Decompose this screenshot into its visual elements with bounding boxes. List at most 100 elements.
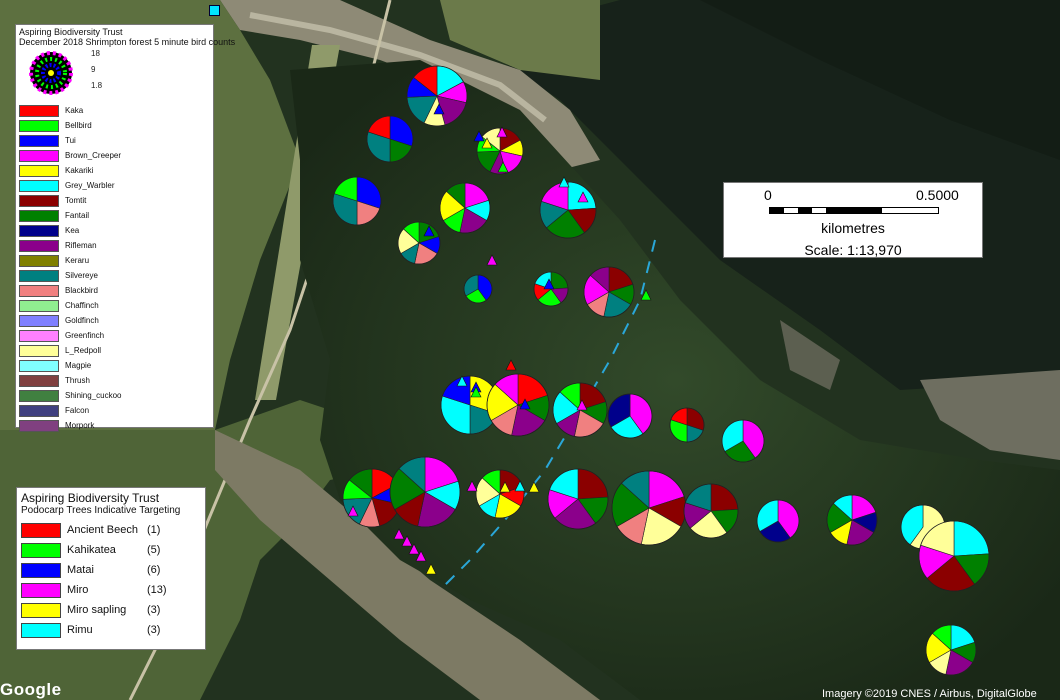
bird-count-pie[interactable]: [721, 419, 765, 463]
species-legend-item: Kakariki: [19, 163, 210, 178]
species-swatch: [19, 194, 59, 207]
bird-count-pie[interactable]: [607, 393, 653, 439]
species-swatch: [19, 179, 59, 192]
bird-count-pie[interactable]: [918, 520, 990, 592]
species-swatch: [19, 374, 59, 387]
bird-count-pie[interactable]: [547, 468, 609, 530]
bird-count-pie[interactable]: [611, 470, 687, 546]
tree-swatch: [21, 602, 61, 618]
bird-count-pie[interactable]: [463, 274, 493, 304]
species-legend-item: Shining_cuckoo: [19, 388, 210, 403]
species-legend-item: Rifleman: [19, 238, 210, 253]
species-label: Kea: [65, 226, 80, 235]
size-scale-min: 1.8: [91, 81, 103, 90]
species-label: L_Redpoll: [65, 346, 102, 355]
species-swatch: [19, 164, 59, 177]
tree-legend-subtitle: Podocarp Trees Indicative Targeting: [21, 505, 181, 516]
tree-legend-item: Miro (13): [21, 580, 201, 600]
species-legend-item: Kea: [19, 223, 210, 238]
species-swatch: [19, 224, 59, 237]
species-label: Chaffinch: [65, 301, 99, 310]
tree-count: (1): [147, 524, 161, 536]
bird-count-pie[interactable]: [397, 221, 441, 265]
species-legend-item: Goldfinch: [19, 313, 210, 328]
species-label: Goldfinch: [65, 316, 99, 325]
species-label: Silvereye: [65, 271, 98, 280]
species-legend-item: Bellbird: [19, 118, 210, 133]
scale-ratio: Scale: 1:13,970: [804, 242, 902, 258]
scale-bar: 0 0.5000 kilometres Scale: 1:13,970: [723, 182, 983, 258]
species-list: Kaka Bellbird Tui Brown_Creeper Kakariki Grey…: [19, 103, 210, 433]
species-legend-title: Aspiring Biodiversity Trust: [19, 27, 123, 37]
species-swatch: [19, 299, 59, 312]
species-legend-item: Greenfinch: [19, 328, 210, 343]
species-label: Kakariki: [65, 166, 94, 175]
species-legend-item: Thrush: [19, 373, 210, 388]
species-label: Blackbird: [65, 286, 98, 295]
species-swatch: [19, 134, 59, 147]
scale-end: 0.5000: [916, 187, 959, 203]
bird-count-pie[interactable]: [683, 483, 739, 539]
size-scale-pie-icon: [29, 51, 73, 95]
species-swatch: [19, 359, 59, 372]
species-swatch: [19, 284, 59, 297]
species-legend-item: Magpie: [19, 358, 210, 373]
species-swatch: [19, 119, 59, 132]
tree-label: Miro sapling: [67, 604, 127, 616]
species-label: Grey_Warbler: [65, 181, 115, 190]
species-label: Bellbird: [65, 121, 92, 130]
tree-swatch: [21, 622, 61, 638]
bird-count-pie[interactable]: [756, 499, 800, 543]
species-swatch: [19, 344, 59, 357]
tree-count: (13): [147, 584, 167, 596]
species-label: Tomtit: [65, 196, 87, 205]
bird-count-pie[interactable]: [826, 494, 878, 546]
bird-count-pie[interactable]: [439, 182, 491, 234]
species-legend-item: Blackbird: [19, 283, 210, 298]
bird-count-pie[interactable]: [389, 456, 461, 528]
species-legend-item: Silvereye: [19, 268, 210, 283]
tree-label: Matai: [67, 564, 94, 576]
species-legend-item: Keraru: [19, 253, 210, 268]
bird-count-pie[interactable]: [583, 266, 635, 318]
tree-legend-title: Aspiring Biodiversity Trust: [21, 491, 160, 505]
tree-legend-item: Ancient Beech (1): [21, 520, 201, 540]
species-swatch: [19, 104, 59, 117]
tree-count: (6): [147, 564, 161, 576]
imagery-attribution: Imagery ©2019 CNES / Airbus, DigitalGlob…: [822, 688, 1037, 700]
tree-swatch: [21, 522, 61, 538]
species-legend-item: Brown_Creeper: [19, 148, 210, 163]
bird-count-pie[interactable]: [669, 407, 705, 443]
species-label: Keraru: [65, 256, 90, 265]
species-label: Rifleman: [65, 241, 97, 250]
species-label: Morpork: [65, 421, 95, 430]
species-swatch: [19, 209, 59, 222]
species-label: Greenfinch: [65, 331, 105, 340]
bird-count-pie[interactable]: [925, 624, 977, 676]
species-legend-item: Falcon: [19, 403, 210, 418]
tree-count: (5): [147, 544, 161, 556]
species-label: Shining_cuckoo: [65, 391, 122, 400]
species-legend: Aspiring Biodiversity Trust December 201…: [15, 24, 235, 432]
species-label: Magpie: [65, 361, 92, 370]
species-label: Kaka: [65, 106, 84, 115]
tree-legend-item: Matai (6): [21, 560, 201, 580]
species-swatch: [19, 329, 59, 342]
bird-count-pie[interactable]: [539, 181, 597, 239]
species-swatch: [19, 389, 59, 402]
bird-count-pie[interactable]: [406, 65, 468, 127]
tree-legend-item: Rimu (3): [21, 620, 201, 640]
tree-legend-item: Miro sapling (3): [21, 600, 201, 620]
species-label: Brown_Creeper: [65, 151, 122, 160]
size-scale-mid: 9: [91, 65, 96, 74]
bird-count-pie[interactable]: [486, 373, 550, 437]
map-tool-button[interactable]: [209, 5, 220, 16]
species-legend-item: Kaka: [19, 103, 210, 118]
tree-legend: Aspiring Biodiversity Trust Podocarp Tre…: [16, 487, 206, 650]
bird-count-pie[interactable]: [332, 176, 382, 226]
tree-swatch: [21, 562, 61, 578]
bird-count-pie[interactable]: [475, 469, 525, 519]
google-logo: Google: [0, 680, 62, 699]
bird-count-pie[interactable]: [366, 115, 414, 163]
tree-label: Ancient Beech: [67, 524, 138, 536]
